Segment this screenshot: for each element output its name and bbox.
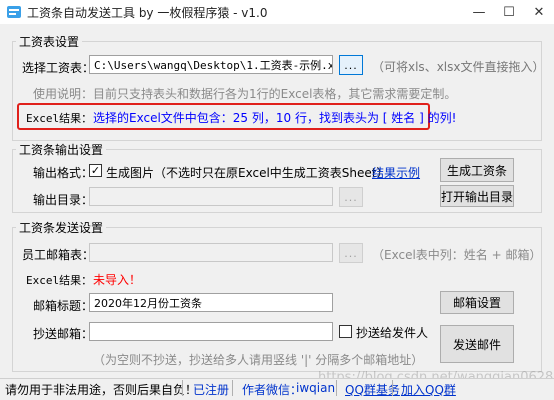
select-file-label: 选择工资表： <box>22 61 95 75</box>
join-qq-link[interactable]: 加入QQ群 <box>401 381 456 398</box>
registered-status[interactable]: 已注册 <box>193 381 229 398</box>
email-table-hint: （Excel表中列：姓名 + 邮箱） <box>372 248 542 262</box>
example-link[interactable]: 结果示例 <box>372 164 420 181</box>
browse-file-button[interactable]: ... <box>339 55 363 75</box>
group-title: 工资表设置 <box>19 35 80 49</box>
maximize-button[interactable]: ☐ <box>494 0 524 24</box>
generate-button[interactable]: 生成工资条 <box>440 158 514 182</box>
window-title: 工资条自动发送工具 by 一枚假程序猿 - v1.0 <box>27 6 268 20</box>
mail-settings-button[interactable]: 邮箱设置 <box>440 291 514 314</box>
email-excel-result-value: 未导入！ <box>93 273 142 287</box>
cc-sender-checkbox[interactable] <box>339 325 352 338</box>
status-separator <box>392 380 393 396</box>
cc-input[interactable] <box>89 322 333 341</box>
output-dir-input[interactable] <box>89 187 333 206</box>
browse-email-table-button[interactable]: ... <box>339 243 363 263</box>
status-warning: 请勿用于非法用途，否则后果自负！ <box>5 383 198 397</box>
output-format-label: 输出格式： <box>33 166 94 180</box>
excel-result-label: Excel结果： <box>26 112 93 125</box>
generate-image-label: 生成图片（不选时只在原Excel中生成工资表Sheet） <box>106 166 389 180</box>
cc-hint: （为空则不抄送，抄送给多人请用竖线 '|' 分隔多个邮箱地址） <box>93 353 424 367</box>
close-button[interactable]: ✕ <box>524 0 554 24</box>
app-icon <box>7 6 21 18</box>
usage-note: 使用说明：目前只支持表头和数据行各为1行的Excel表格，其它需求需要定制。 <box>33 87 457 101</box>
group-title: 工资条发送设置 <box>19 221 104 235</box>
output-dir-label: 输出目录： <box>33 193 94 207</box>
subject-label: 邮箱标题： <box>33 299 94 313</box>
checkmark-icon: ✓ <box>90 164 101 177</box>
status-separator <box>232 380 233 396</box>
cc-label: 抄送邮箱： <box>33 327 94 341</box>
send-mail-button[interactable]: 发送邮件 <box>440 325 514 363</box>
email-excel-result-label: Excel结果： <box>26 274 93 287</box>
excel-result-text: 选择的Excel文件中包含：25 列，10 行，找到表头为 [ 姓名 ] 的列! <box>93 111 457 125</box>
cc-sender-label: 抄送给发件人 <box>356 326 429 340</box>
status-separator <box>182 380 183 396</box>
email-table-label: 员工邮箱表： <box>22 248 95 262</box>
minimize-button[interactable]: — <box>464 0 494 24</box>
email-table-input[interactable] <box>89 243 333 262</box>
file-drop-hint: （可将xls、xlsx文件直接拖入） <box>372 60 545 74</box>
author-wechat-label: 作者微信： <box>242 383 303 397</box>
author-wechat-id[interactable]: iwqian <box>296 381 335 395</box>
open-dir-button[interactable]: 打开输出目录 <box>440 185 514 207</box>
status-separator <box>336 380 337 396</box>
generate-image-checkbox[interactable]: ✓ <box>89 164 102 177</box>
browse-dir-button[interactable]: ... <box>339 187 363 207</box>
group-title: 工资条输出设置 <box>19 143 104 157</box>
file-path-input[interactable]: C:\Users\wangq\Desktop\1.工资表-示例.xlsx <box>89 55 333 74</box>
subject-input[interactable]: 2020年12月份工资条 <box>89 293 333 312</box>
